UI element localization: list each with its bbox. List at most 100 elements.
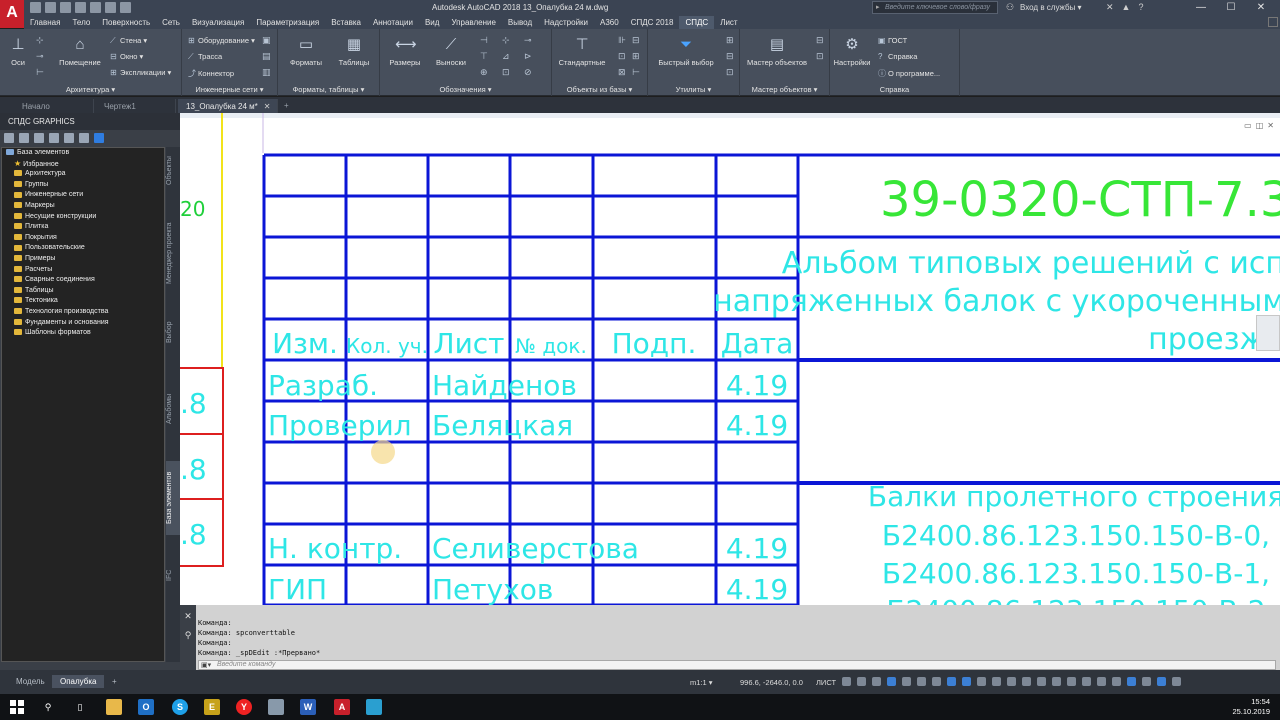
- photos-icon[interactable]: [268, 699, 284, 715]
- workspace-icon[interactable]: [1022, 677, 1031, 686]
- tree-item[interactable]: Маркеры: [2, 201, 164, 212]
- tree-item[interactable]: Фундаменты и основания: [2, 318, 164, 329]
- quick-properties-icon[interactable]: [1067, 677, 1076, 686]
- autocad-taskbar-icon[interactable]: A: [334, 699, 350, 715]
- engineering-extra-icon[interactable]: ▤: [262, 51, 271, 62]
- utility-tool-icon[interactable]: ⊞: [726, 35, 734, 46]
- side-tab-element-base[interactable]: База элементов: [166, 461, 180, 535]
- tree-item[interactable]: Плитка: [2, 222, 164, 233]
- file-tab-start[interactable]: Начало: [14, 99, 94, 113]
- about-button[interactable]: ⓘ О программе...: [878, 68, 940, 79]
- undo-icon[interactable]: [105, 2, 116, 13]
- settings-button[interactable]: ⚙ Настройки: [832, 35, 872, 67]
- word-icon[interactable]: W: [300, 699, 316, 715]
- ribbon-group-label[interactable]: Утилиты ▾: [648, 85, 739, 94]
- designation-tool-icon[interactable]: ⊹: [502, 35, 510, 46]
- tab-solid[interactable]: Тело: [66, 16, 96, 29]
- clean-screen-icon[interactable]: [1127, 677, 1136, 686]
- db-tool-icon[interactable]: ⊢: [632, 67, 640, 78]
- axis-grid-icon[interactable]: ⊢: [36, 67, 44, 78]
- add-layout-button[interactable]: +: [104, 675, 125, 688]
- room-button[interactable]: ⌂ Помещение: [56, 35, 104, 67]
- designation-tool-icon[interactable]: ⊸: [524, 35, 532, 46]
- layout-tab-model[interactable]: Модель: [8, 675, 53, 688]
- connector-button[interactable]: ⤴ Коннектор: [188, 68, 234, 79]
- tree-item[interactable]: Тектоника: [2, 296, 164, 307]
- new-file-icon[interactable]: [30, 2, 41, 13]
- tab-spds[interactable]: СПДС: [679, 16, 715, 29]
- hardware-acceleration-icon[interactable]: [1112, 677, 1121, 686]
- leaders-button[interactable]: ⟋ Выноски: [432, 35, 470, 67]
- isolate-objects-icon[interactable]: [1097, 677, 1106, 686]
- close-palette-icon[interactable]: [4, 133, 14, 143]
- paste-icon[interactable]: [49, 133, 59, 143]
- tab-annotate[interactable]: Аннотации: [367, 16, 419, 29]
- drawing-viewport[interactable]: 20 .8 .8 .8 Изм. Кол. уч. Лист № док. Подп. Дата Р…: [180, 113, 1280, 605]
- tree-item[interactable]: Инженерные сети: [2, 190, 164, 201]
- tab-a360[interactable]: A360: [594, 16, 625, 29]
- tree-item[interactable]: Таблицы: [2, 286, 164, 297]
- menu-icon[interactable]: [1172, 677, 1181, 686]
- tree-item[interactable]: Пользовательские: [2, 243, 164, 254]
- excel-like-icon[interactable]: E: [204, 699, 220, 715]
- application-menu-button[interactable]: A: [0, 0, 24, 28]
- tables-button[interactable]: ▦ Таблицы: [334, 35, 374, 67]
- cart-icon[interactable]: ✕: [1106, 2, 1114, 13]
- maximize-button[interactable]: ☐: [1216, 0, 1246, 16]
- engineering-extra-icon[interactable]: ▣: [262, 35, 271, 46]
- annotation-scale[interactable]: m1:1 ▾: [690, 678, 713, 687]
- utility-tool-icon[interactable]: ⊟: [726, 51, 734, 62]
- engineering-extra-icon[interactable]: ▥: [262, 67, 271, 78]
- copy-icon[interactable]: [34, 133, 44, 143]
- tree-item[interactable]: Шаблоны форматов: [2, 328, 164, 339]
- utility-tool-icon[interactable]: ⊡: [726, 67, 734, 78]
- selection-cycling-icon[interactable]: [977, 677, 986, 686]
- standard-button[interactable]: ⊤ Стандартные: [556, 35, 608, 67]
- outlook-icon[interactable]: O: [138, 699, 154, 715]
- grid-icon[interactable]: [842, 677, 851, 686]
- otrack-icon[interactable]: [932, 677, 941, 686]
- spds-status-icon[interactable]: [1157, 677, 1166, 686]
- auto-scale-icon[interactable]: [1007, 677, 1016, 686]
- minimize-viewport-icon[interactable]: ▭: [1244, 121, 1252, 130]
- close-tab-icon[interactable]: ✕: [264, 102, 271, 111]
- wizard-tool-icon[interactable]: ⊟: [816, 35, 824, 46]
- designation-tool-icon[interactable]: ⊕: [480, 67, 488, 78]
- folder-open-icon[interactable]: [19, 133, 29, 143]
- help-icon[interactable]: ?: [1138, 2, 1143, 13]
- windows-start-icon[interactable]: [10, 700, 24, 714]
- route-button[interactable]: ⟋ Трасса: [188, 52, 222, 62]
- db-tool-icon[interactable]: ⊡: [618, 51, 626, 62]
- window-button[interactable]: ⊟ Окно ▾: [110, 52, 143, 61]
- customization-icon[interactable]: [1142, 677, 1151, 686]
- osnap-icon[interactable]: [917, 677, 926, 686]
- space-toggle[interactable]: ЛИСТ: [816, 678, 836, 687]
- close-command-line-icon[interactable]: ✕: [180, 611, 196, 622]
- ribbon-minimize-icon[interactable]: [1268, 17, 1278, 27]
- ribbon-group-label[interactable]: Обозначения ▾: [380, 85, 551, 94]
- annotation-visibility-icon[interactable]: [992, 677, 1001, 686]
- wall-button[interactable]: ⟋ Стена ▾: [110, 36, 147, 46]
- db-tool-icon[interactable]: ⊪: [618, 35, 626, 46]
- explication-button[interactable]: ⊞ Экспликации ▾: [110, 68, 171, 77]
- side-tab-ifc[interactable]: IFC: [166, 565, 180, 585]
- redo-icon[interactable]: [120, 2, 131, 13]
- refresh-icon[interactable]: [64, 133, 74, 143]
- help-icon[interactable]: [94, 133, 104, 143]
- lock-ui-icon[interactable]: [1082, 677, 1091, 686]
- print-icon[interactable]: [90, 2, 101, 13]
- axis-tool-icon[interactable]: ⊹: [36, 35, 44, 46]
- wizard-tool-icon[interactable]: ⊡: [816, 51, 824, 62]
- signin-button[interactable]: Вход в службы ▾: [1020, 3, 1082, 12]
- new-tab-button[interactable]: +: [280, 99, 296, 113]
- skype-icon[interactable]: S: [172, 699, 188, 715]
- db-tool-icon[interactable]: ⊟: [632, 35, 640, 46]
- ribbon-group-label[interactable]: Инженерные сети ▾: [182, 85, 277, 94]
- customize-icon[interactable]: ⚲: [180, 630, 196, 641]
- restore-viewport-icon[interactable]: ◫: [1256, 121, 1264, 130]
- tab-surface[interactable]: Поверхность: [96, 16, 156, 29]
- tree-item[interactable]: Архитектура: [2, 169, 164, 180]
- annotation-monitor-icon[interactable]: [1037, 677, 1046, 686]
- designation-tool-icon[interactable]: ⊡: [502, 67, 510, 78]
- tree-item[interactable]: База элементов: [2, 148, 164, 159]
